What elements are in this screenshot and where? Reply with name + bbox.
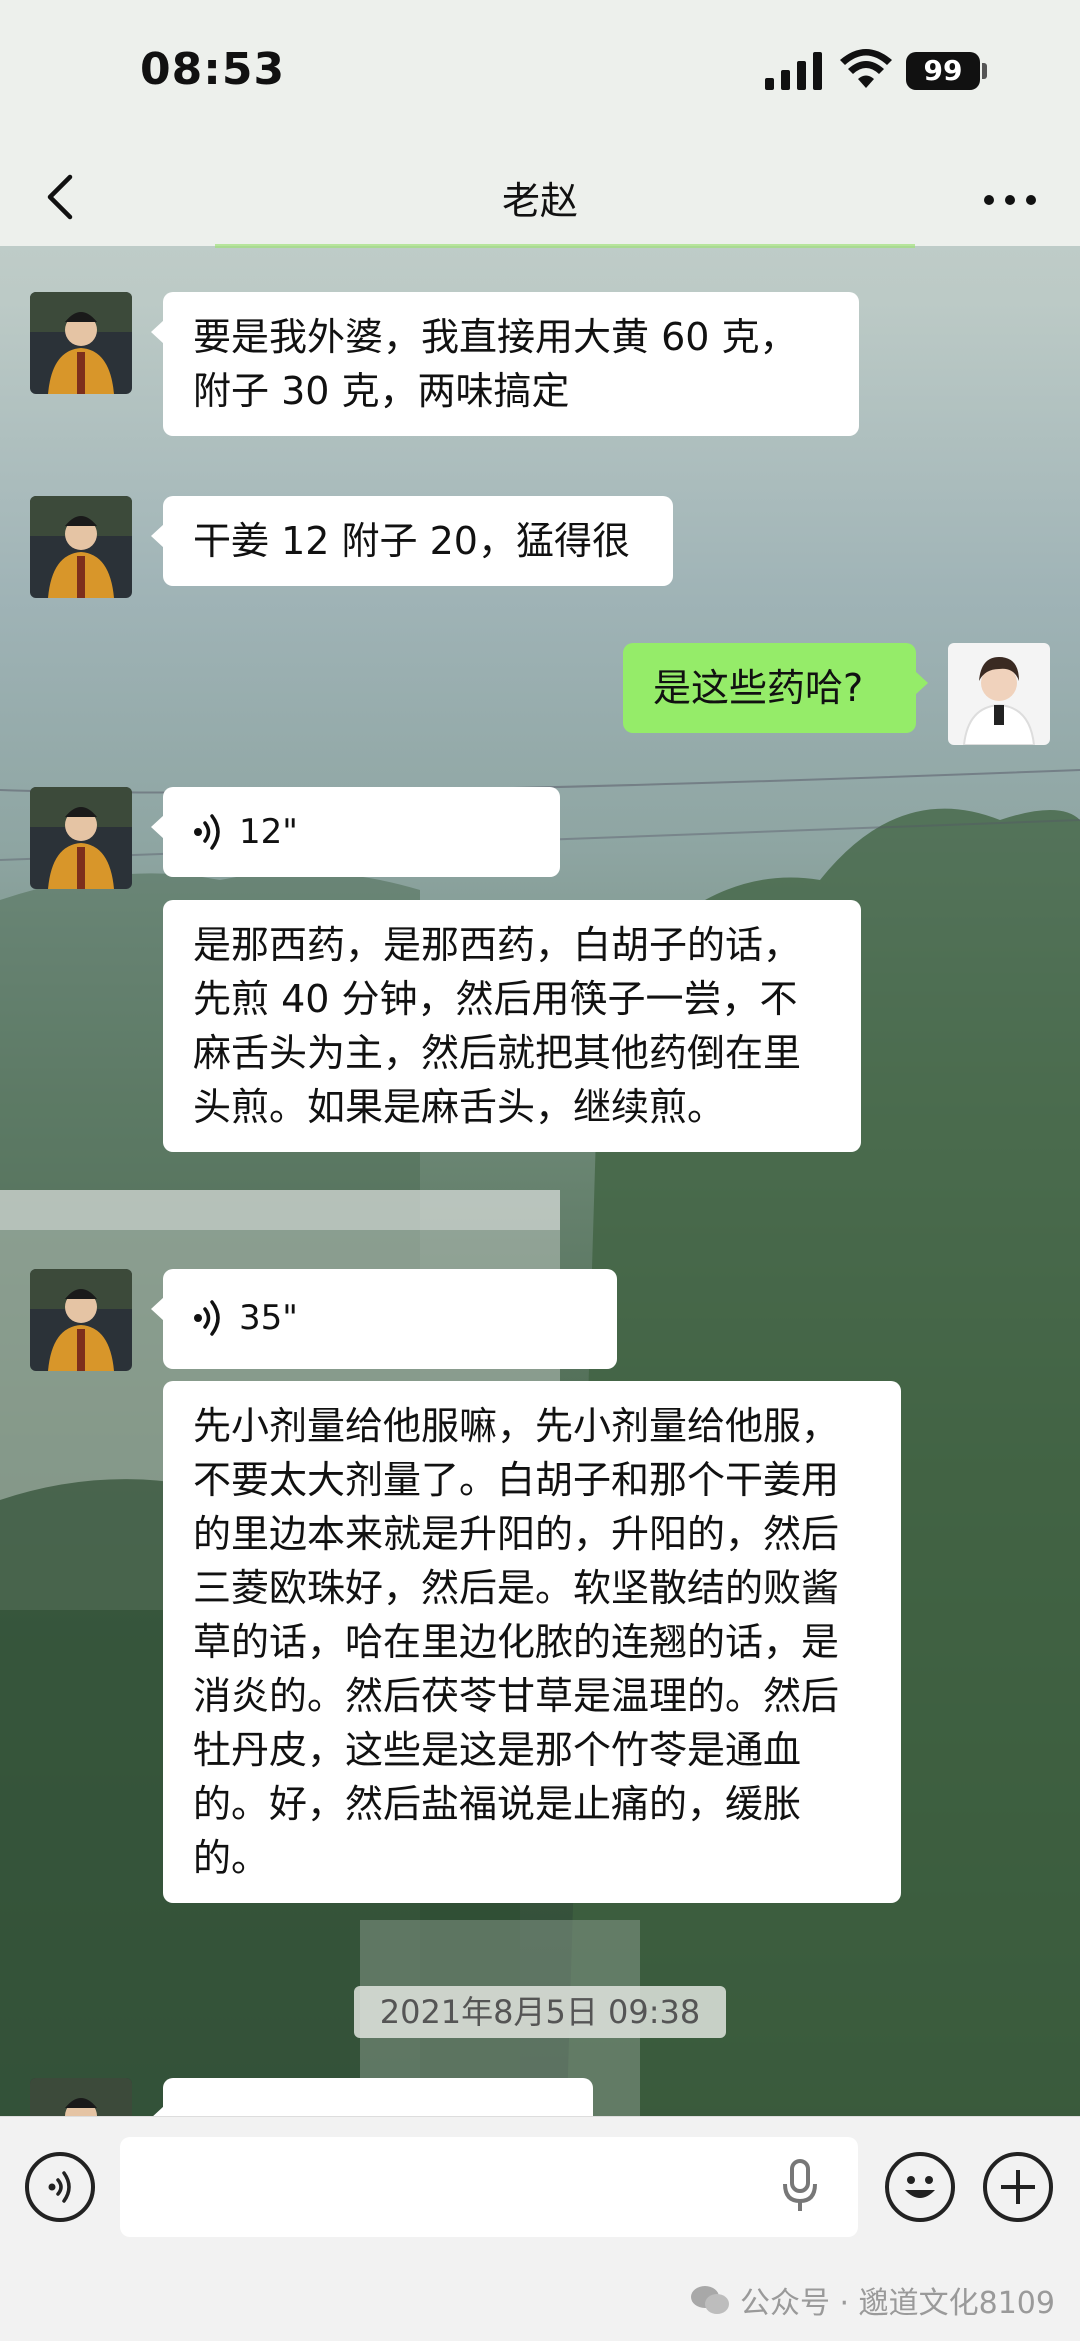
message-list[interactable]: 要是我外婆，我直接用大黄 60 克，附子 30 克，两味搞定 干姜 12 附子 … <box>0 246 1080 2116</box>
message-text: 是那西药，是那西药，白胡子的话，先煎 40 分钟，然后用筷子一尝，不麻舌头为主，… <box>193 923 802 1129</box>
watermark: 公众号 · 邈道文化8109 <box>690 2278 1055 2322</box>
plus-icon <box>1001 2170 1035 2204</box>
voice-input-button[interactable] <box>25 2152 95 2222</box>
emoji-button[interactable] <box>885 2152 955 2222</box>
received-message-bubble[interactable]: 要是我外婆，我直接用大黄 60 克，附子 30 克，两味搞定 <box>151 292 859 436</box>
my-avatar[interactable] <box>948 643 1050 745</box>
contact-avatar[interactable] <box>30 2078 132 2116</box>
voice-message-bubble[interactable]: 35" <box>151 1269 617 1369</box>
more-functions-button[interactable] <box>983 2152 1053 2222</box>
received-message-bubble[interactable]: 是那西药，是那西药，白胡子的话，先煎 40 分钟，然后用筷子一尝，不麻舌头为主，… <box>163 900 861 1152</box>
contact-avatar[interactable] <box>30 787 132 889</box>
avatar-image <box>30 2078 132 2116</box>
status-bar: 08:53 99 <box>0 0 1080 150</box>
voice-duration: 35" <box>239 1298 298 1338</box>
voice-mode-icon <box>48 2171 71 2203</box>
more-options-icon[interactable] <box>975 170 1045 230</box>
wechat-logo-icon <box>691 2286 729 2314</box>
voice-message-bubble[interactable]: 12" <box>151 787 560 877</box>
chat-header: 老赵 <box>0 150 1080 248</box>
message-text: 要是我外婆，我直接用大黄 60 克，附子 30 克，两味搞定 <box>193 315 798 413</box>
battery-cap <box>982 63 987 79</box>
avatar-image <box>30 292 132 394</box>
watermark-text: 公众号 · 邈道文化8109 <box>740 2286 1055 2321</box>
message-input[interactable] <box>120 2137 858 2237</box>
voice-message-bubble[interactable] <box>151 2078 593 2116</box>
voice-wave-icon <box>194 814 220 850</box>
battery-indicator: 99 <box>906 52 980 90</box>
microphone-icon[interactable] <box>780 2157 820 2217</box>
avatar-image <box>30 787 132 889</box>
contact-avatar[interactable] <box>30 1269 132 1371</box>
voice-duration: 12" <box>239 812 298 852</box>
avatar-image <box>30 1269 132 1371</box>
message-text: 是这些药哈? <box>653 666 864 710</box>
contact-avatar[interactable] <box>30 292 132 394</box>
message-text: 先小剂量给他服嘛，先小剂量给他服，不要太大剂量了。白胡子和那个干姜用的里边本来就… <box>193 1404 840 1880</box>
clock: 08:53 <box>140 44 286 95</box>
time-divider: 2021年8月5日 09:38 <box>354 1986 726 2038</box>
avatar-image <box>948 643 1050 745</box>
received-message-bubble[interactable]: 干姜 12 附子 20，猛得很 <box>151 496 673 586</box>
sent-message-bubble[interactable]: 是这些药哈? <box>623 643 928 733</box>
voice-wave-icon <box>194 1300 220 1336</box>
cellular-signal-icon <box>765 52 822 90</box>
contact-avatar[interactable] <box>30 496 132 598</box>
wifi-icon <box>840 49 892 88</box>
received-message-bubble[interactable]: 先小剂量给他服嘛，先小剂量给他服，不要太大剂量了。白胡子和那个干姜用的里边本来就… <box>163 1381 901 1903</box>
message-text: 干姜 12 附子 20，猛得很 <box>193 519 630 563</box>
avatar-image <box>30 496 132 598</box>
chat-title: 老赵 <box>501 179 578 223</box>
smiley-face-icon <box>905 2176 935 2198</box>
